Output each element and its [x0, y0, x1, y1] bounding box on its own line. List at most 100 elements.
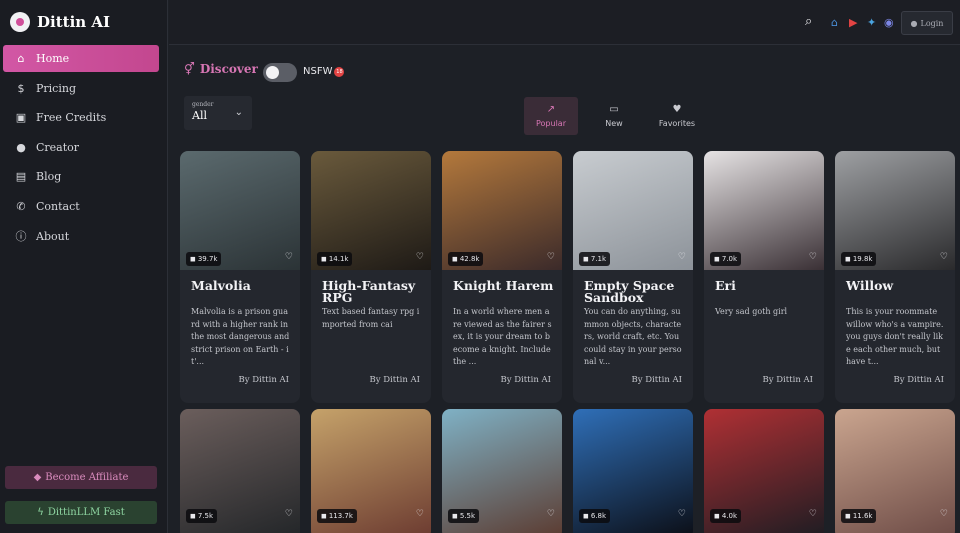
youtube-icon[interactable]: ▶	[849, 16, 857, 29]
character-card[interactable]: ◼ 7.1k ♡ Empty Space Sandbox You can do anyt…	[573, 151, 693, 403]
sidebar-item-blog[interactable]: ▤ Blog	[3, 163, 159, 190]
sidebar-item-label: Creator	[36, 140, 80, 154]
login-label: Login	[920, 18, 944, 28]
dittinllm-fast-button[interactable]: ϟ DittinLLM Fast	[5, 501, 157, 524]
character-card[interactable]: ◼ 4.0k ♡	[704, 409, 824, 533]
character-card[interactable]: ◼ 113.7k ♡	[311, 409, 431, 533]
chat-count-badge: ◼ 11.6k	[841, 509, 877, 523]
sidebar-item-about[interactable]: ⓘ About	[3, 223, 159, 250]
home-link-icon[interactable]: ⌂	[831, 16, 838, 29]
chat-count-badge: ◼ 6.8k	[579, 509, 610, 523]
login-button[interactable]: ● Login	[901, 11, 953, 35]
character-name: Eri	[715, 278, 736, 293]
tab-label: Favorites	[658, 119, 696, 128]
chat-count: 113.7k	[328, 512, 353, 520]
chat-count: 6.8k	[590, 512, 606, 520]
sort-tabs: ↗ Popular ▭ New ♥ Favorites	[524, 97, 704, 135]
sidebar-item-home[interactable]: ⌂ Home	[3, 45, 159, 72]
chat-count-badge: ◼ 14.1k	[317, 252, 353, 266]
sidebar-item-creator[interactable]: ● Creator	[3, 134, 159, 161]
info-icon: ⓘ	[15, 230, 27, 244]
sidebar-item-label: Free Credits	[36, 111, 107, 125]
chat-bubble-icon: ◼	[452, 512, 458, 520]
nsfw-toggle[interactable]	[263, 63, 297, 82]
character-card[interactable]: ◼ 42.8k ♡ Knight Harem In a world where men …	[442, 151, 562, 403]
character-card[interactable]: ◼ 11.6k ♡	[835, 409, 955, 533]
character-card[interactable]: ◼ 39.7k ♡ Malvolia Malvolia is a prison guar…	[180, 151, 300, 403]
favorite-heart-icon[interactable]: ♡	[285, 509, 293, 519]
favorite-heart-icon[interactable]: ♡	[940, 252, 948, 262]
sidebar-item-label: Pricing	[36, 81, 76, 95]
character-name: Knight Harem	[453, 278, 554, 293]
favorite-heart-icon[interactable]: ♡	[547, 509, 555, 519]
character-name: Malvolia	[191, 278, 251, 293]
chat-count: 7.5k	[197, 512, 213, 520]
chat-count: 19.8k	[852, 255, 873, 263]
chat-bubble-icon: ◼	[190, 255, 196, 263]
sidebar-item-free-credits[interactable]: ▣ Free Credits	[3, 104, 159, 131]
chat-bubble-icon: ◼	[452, 255, 458, 263]
twitter-icon[interactable]: ✦	[867, 16, 876, 29]
character-author: By Dittin AI	[238, 375, 289, 385]
chevron-down-icon: ⌄	[234, 107, 243, 118]
sidebar-item-pricing[interactable]: $ Pricing	[3, 75, 159, 102]
character-name: High-Fantasy RPG	[322, 278, 416, 305]
blog-icon: ▤	[15, 170, 27, 184]
brand[interactable]: Dittin AI	[10, 12, 110, 32]
gender-select[interactable]: gender All ⌄	[184, 96, 252, 130]
sidebar-item-contact[interactable]: ✆ Contact	[3, 193, 159, 220]
chat-bubble-icon: ◼	[714, 255, 720, 263]
character-author: By Dittin AI	[631, 375, 682, 385]
tab-favorites[interactable]: ♥ Favorites	[650, 97, 704, 135]
brand-name: Dittin AI	[37, 13, 111, 31]
chat-bubble-icon: ◼	[190, 512, 196, 520]
become-affiliate-label: Become Affiliate	[45, 472, 129, 483]
user-icon: ●	[16, 140, 26, 154]
chat-count-badge: ◼ 39.7k	[186, 252, 222, 266]
favorite-heart-icon[interactable]: ♡	[678, 509, 686, 519]
chat-bubble-icon: ◼	[583, 255, 589, 263]
chat-count-badge: ◼ 42.8k	[448, 252, 484, 266]
character-card[interactable]: ◼ 19.8k ♡ Willow This is your roommate willo…	[835, 151, 955, 403]
new-icon: ▭	[609, 104, 619, 115]
favorite-heart-icon[interactable]: ♡	[678, 252, 686, 262]
character-description: You can do anything, summon objects, cha…	[584, 307, 682, 366]
tab-popular[interactable]: ↗ Popular	[524, 97, 578, 135]
character-card[interactable]: ◼ 5.5k ♡	[442, 409, 562, 533]
chat-bubble-icon: ◼	[583, 512, 589, 520]
sidebar-item-label: About	[36, 229, 70, 243]
search-icon[interactable]: ⌕	[805, 14, 812, 29]
favorite-heart-icon[interactable]: ♡	[809, 509, 817, 519]
character-description: Text based fantasy rpg imported from cai	[322, 307, 420, 329]
contact-icon: ✆	[16, 199, 26, 213]
dittinllm-fast-label: DittinLLM Fast	[47, 507, 125, 518]
character-description: This is your roommate willow who's a vam…	[846, 307, 944, 366]
top-bar: ⌕ ⌂ ▶ ✦ ◉ ● Login	[169, 0, 960, 45]
gift-icon: ▣	[15, 111, 27, 125]
sidebar-item-label: Blog	[36, 170, 62, 184]
chat-bubble-icon: ◼	[714, 512, 720, 520]
character-card[interactable]: ◼ 7.5k ♡	[180, 409, 300, 533]
discord-icon[interactable]: ◉	[884, 16, 894, 29]
discover-heading: ⚥ Discover	[184, 62, 258, 76]
user-icon: ●	[910, 18, 918, 28]
favorite-heart-icon[interactable]: ♡	[416, 509, 424, 519]
character-card[interactable]: ◼ 14.1k ♡ High-Fantasy RPG Text based fantas…	[311, 151, 431, 403]
character-card[interactable]: ◼ 7.0k ♡ Eri Very sad goth girl By Dittin AI	[704, 151, 824, 403]
favorite-heart-icon[interactable]: ♡	[940, 509, 948, 519]
character-description: Very sad goth girl	[715, 307, 788, 316]
favorite-heart-icon[interactable]: ♡	[285, 252, 293, 262]
tab-new[interactable]: ▭ New	[587, 97, 641, 135]
favorite-heart-icon[interactable]: ♡	[547, 252, 555, 262]
chat-count: 7.0k	[721, 255, 737, 263]
sidebar: Dittin AI ⌂ Home $ Pricing ▣ Free Credits ● Cre…	[0, 0, 168, 533]
character-name: Willow	[846, 278, 894, 293]
favorite-heart-icon[interactable]: ♡	[416, 252, 424, 262]
chat-count-badge: ◼ 7.0k	[710, 252, 741, 266]
become-affiliate-button[interactable]: ◆ Become Affiliate	[5, 466, 157, 489]
favorite-heart-icon[interactable]: ♡	[809, 252, 817, 262]
discover-icon: ⚥	[184, 62, 195, 76]
chat-count: 5.5k	[459, 512, 475, 520]
character-card[interactable]: ◼ 6.8k ♡	[573, 409, 693, 533]
chat-count: 39.7k	[197, 255, 218, 263]
